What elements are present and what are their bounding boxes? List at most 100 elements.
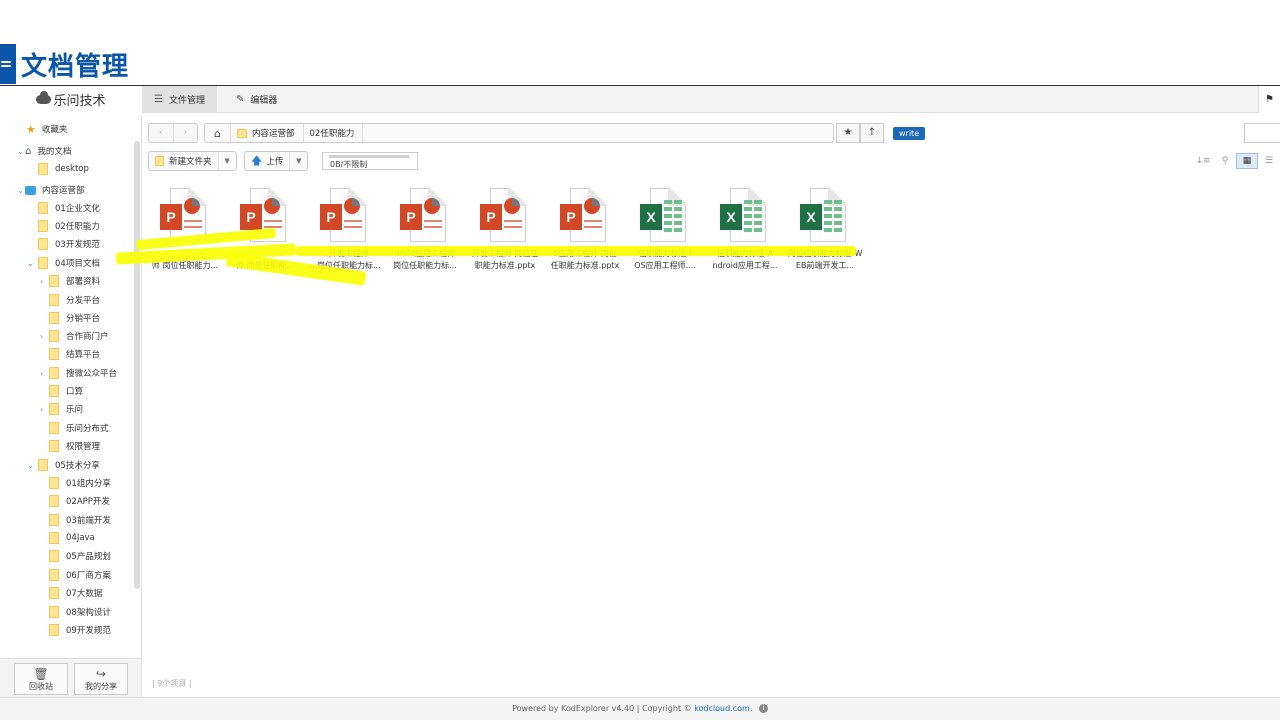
sidebar-item-subfolder[interactable]: 08架构设计	[49, 603, 111, 621]
file-item[interactable]: P droid应用工程师 岗位任职能力标...	[386, 186, 464, 288]
folder-icon	[49, 348, 59, 360]
sidebar-item-subfolder[interactable]: 01组内分享	[49, 474, 111, 492]
sidebar-item-subfolder[interactable]: › 乐问	[37, 400, 83, 418]
sidebar-item-subfolder[interactable]: 04Java	[49, 529, 95, 547]
sidebar-scrollbar[interactable]	[134, 141, 140, 589]
sidebar-item-subfolder[interactable]: 权限管理	[49, 437, 100, 455]
tab-editor[interactable]: ✎ 编辑器	[224, 86, 289, 113]
breadcrumb-item[interactable]: 02任职能力	[304, 124, 364, 142]
chevron-right-icon[interactable]: ›	[37, 405, 46, 414]
chevron-down-icon[interactable]: ⌄	[26, 461, 35, 470]
chevron-right-icon[interactable]: ›	[37, 369, 46, 378]
sidebar-item-subfolder[interactable]: 口算	[49, 382, 83, 400]
star-icon[interactable]: ★	[836, 123, 860, 143]
chevron-down-icon[interactable]: ⌄	[16, 147, 25, 156]
quota-text: 0B/不限制	[330, 160, 368, 169]
zoom-icon[interactable]: ⚲	[1214, 156, 1236, 166]
permission-badge: write	[893, 127, 926, 140]
toolbar: 新建文件夹 ▼ 🡅 上传 ▼ 0B/不限制 ↓≡ ⚲ ▦ ☰	[144, 150, 1280, 172]
sidebar-item-subfolder[interactable]: 02APP开发	[49, 492, 110, 510]
breadcrumb-label: 02任职能力	[309, 129, 355, 139]
grid-view-icon[interactable]: ▦	[1236, 153, 1258, 169]
sidebar-item-folder[interactable]: ⌄ 05技术分享	[26, 456, 100, 474]
folder-icon	[38, 163, 48, 175]
chevron-down-icon[interactable]: ▼	[217, 152, 236, 170]
up-arrow-icon[interactable]: ↑	[860, 123, 884, 143]
breadcrumb-item[interactable]: 内容运营部	[231, 124, 304, 142]
sidebar-item-folder[interactable]: 03开发规范	[38, 235, 100, 253]
file-item[interactable]: X 任职能力标准-i OS应用工程师....	[626, 186, 704, 288]
chevron-down-icon[interactable]: ⌄	[26, 259, 35, 268]
chevron-down-icon[interactable]: ▼	[289, 152, 307, 170]
tree-label: 02APP开发	[66, 497, 110, 507]
tree-label: 结算平台	[66, 350, 101, 360]
new-folder-button[interactable]: 新建文件夹 ▼	[148, 151, 237, 171]
footer-text: Powered by KodExplorer v4.40 | Copyright…	[512, 704, 692, 713]
tree-label: 部署资料	[66, 277, 101, 287]
folder-icon	[49, 550, 59, 562]
file-item[interactable]: X 任职能力标准-A ndroid应用工程...	[706, 186, 784, 288]
sidebar-item-desktop[interactable]: desktop	[38, 160, 89, 178]
folder-icon	[49, 495, 59, 507]
info-icon[interactable]: i	[758, 704, 768, 713]
upload-button[interactable]: 🡅 上传 ▼	[244, 151, 309, 171]
sidebar-item-subfolder[interactable]: 05产品规划	[49, 547, 111, 565]
sidebar-item-subfolder[interactable]: 分销平台	[49, 309, 100, 327]
sidebar-item-subfolder[interactable]: 03前端开发	[49, 511, 111, 529]
folder-icon	[49, 440, 59, 452]
sidebar-item-group[interactable]: ⌄ 内容运营部	[16, 181, 85, 199]
sidebar-item-folder[interactable]: 01企业文化	[38, 199, 100, 217]
upload-label: 上传	[266, 157, 284, 167]
recycle-bin-button[interactable]: 🗑 回收站	[14, 663, 68, 695]
storage-quota: 0B/不限制	[322, 152, 418, 170]
tab-file-manager[interactable]: ☰ 文件管理	[142, 86, 217, 113]
item-count: | 9个项目 |	[152, 679, 192, 688]
tree-label: 分发平台	[66, 296, 101, 306]
chevron-right-icon[interactable]: ›	[37, 277, 46, 286]
tree-label: 权限管理	[66, 442, 101, 452]
flag-icon[interactable]: ⚑	[1258, 86, 1280, 113]
search-input[interactable]	[1244, 123, 1280, 143]
sidebar-item-subfolder[interactable]: 乐问分布式	[49, 419, 109, 437]
share-label: 我的分享	[85, 681, 117, 691]
file-item[interactable]: P S应用工程师 岗位 任职能力标准.pptx	[546, 186, 624, 288]
home-icon[interactable]: ⌂	[205, 124, 231, 142]
forward-icon[interactable]: ›	[172, 124, 198, 142]
tree-label: 04Java	[66, 533, 95, 543]
sidebar-item-subfolder[interactable]: › 合作商门户	[37, 327, 109, 345]
sidebar-item-favorites[interactable]: ★ 收藏夹	[26, 120, 67, 138]
excel-icon: X	[720, 186, 768, 244]
tree-label: 内容运营部	[42, 186, 85, 196]
sidebar-item-subfolder[interactable]: › 搜微公众平台	[37, 364, 117, 382]
back-icon[interactable]: ‹	[149, 124, 173, 142]
file-name-line: 岗位任职能力标...	[393, 261, 457, 270]
file-item[interactable]: P 开发工程师 岗位任 职能力标准.pptx	[466, 186, 544, 288]
tree-label: 搜微公众平台	[66, 369, 118, 379]
footer-link[interactable]: kodcloud.com	[694, 704, 750, 713]
sidebar-item-subfolder[interactable]: 09开发规范	[49, 621, 111, 639]
folder-icon	[49, 385, 59, 397]
tree-label: 06厂商方案	[66, 571, 111, 581]
chevron-right-icon[interactable]: ›	[37, 332, 46, 341]
my-share-button[interactable]: ↪ 我的分享	[74, 663, 128, 695]
file-item[interactable]: X 岗位任职能力标准-W EB前端开发工...	[786, 186, 864, 288]
sidebar-item-subfolder[interactable]: 07大数据	[49, 584, 102, 602]
list-view-icon[interactable]: ☰	[1258, 156, 1280, 166]
folder-icon	[38, 220, 48, 232]
sidebar-item-folder[interactable]: 02任职能力	[38, 217, 100, 235]
sidebar-item-subfolder[interactable]: 分发平台	[49, 291, 100, 309]
powerpoint-icon: P	[560, 186, 608, 244]
view-switcher: ↓≡ ⚲ ▦ ☰	[1192, 152, 1280, 170]
sidebar-item-subfolder[interactable]: › 部署资料	[37, 272, 100, 290]
sidebar-item-my-docs[interactable]: ⌄ ⌂ 我的文档	[16, 142, 71, 160]
sidebar-item-subfolder[interactable]: 06厂商方案	[49, 566, 111, 584]
folder-icon	[49, 330, 59, 342]
sort-icon[interactable]: ↓≡	[1192, 156, 1214, 166]
sidebar-item-subfolder[interactable]: 结算平台	[49, 345, 100, 363]
chevron-down-icon[interactable]: ⌄	[16, 186, 25, 195]
tree-label: 03前端开发	[66, 516, 111, 526]
folder-icon	[38, 257, 48, 269]
share-icon: ↪	[95, 666, 107, 681]
sidebar-item-folder[interactable]: ⌄ 04项目文档	[26, 254, 100, 272]
brand-logo[interactable]: 乐问技术	[0, 86, 142, 113]
